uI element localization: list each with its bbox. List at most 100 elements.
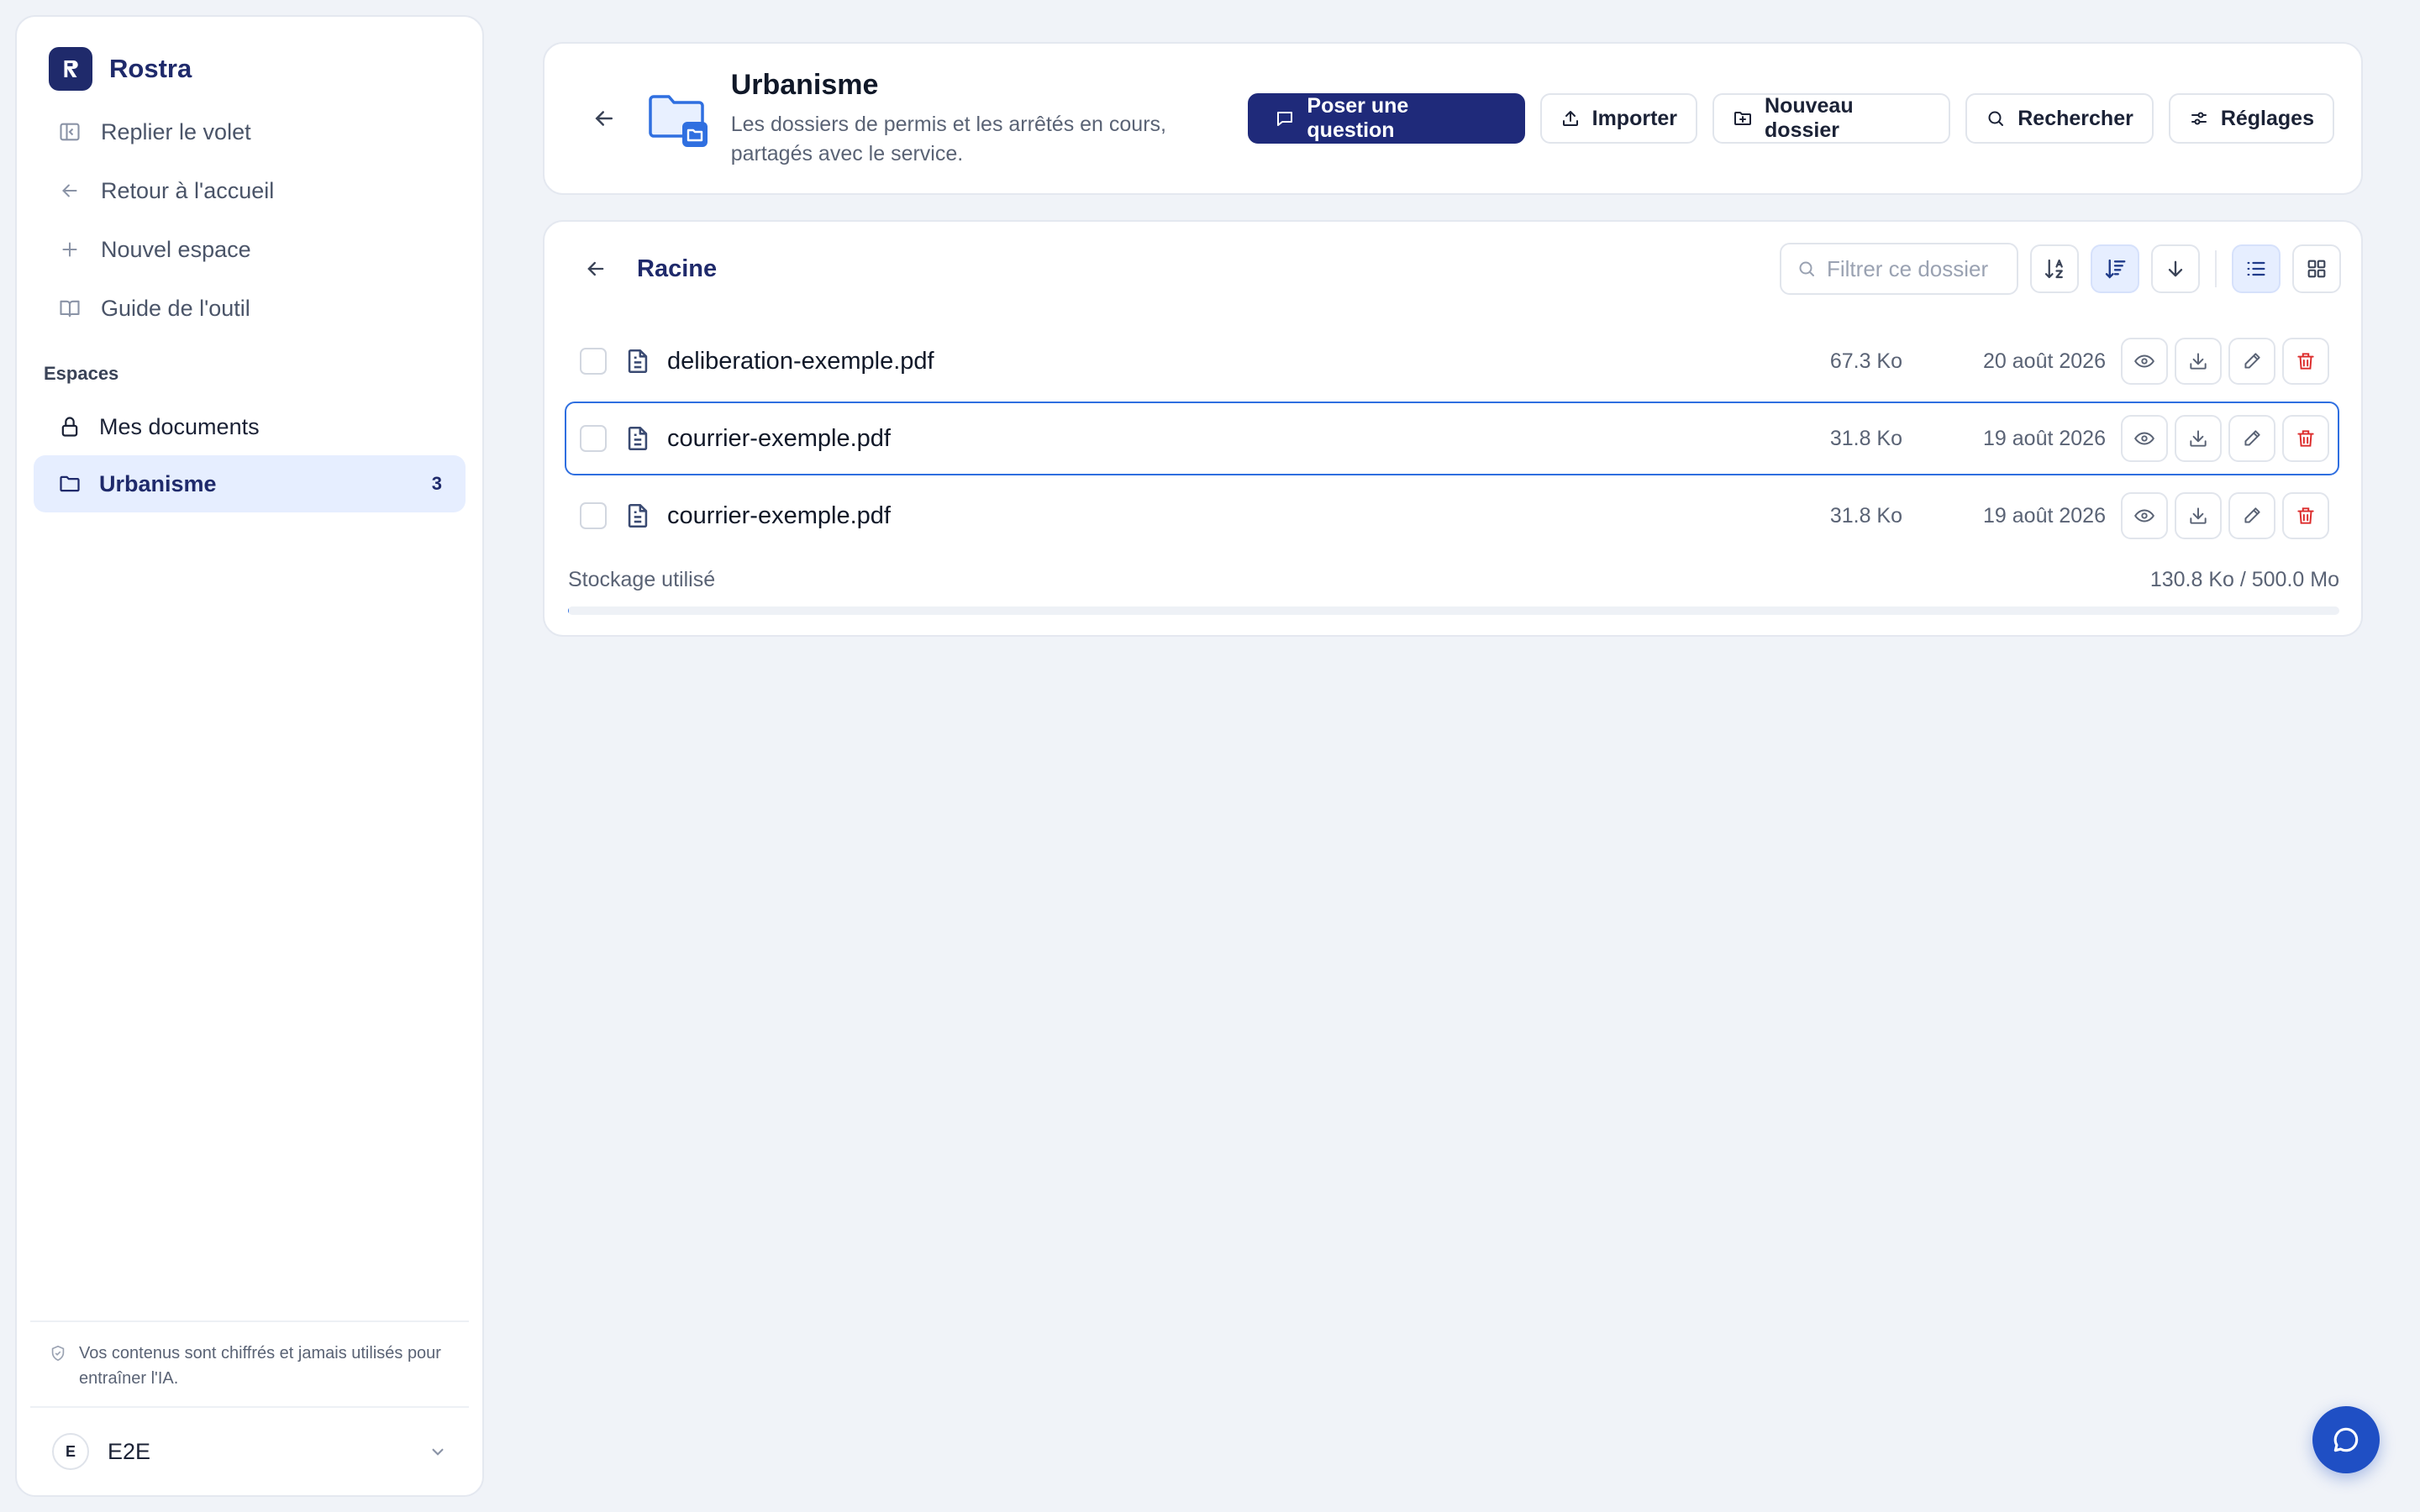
space-count-badge: 3 (431, 473, 442, 494)
filter-input[interactable] (1827, 255, 1995, 282)
trash-icon (2297, 507, 2314, 524)
rename-button[interactable] (2228, 338, 2275, 385)
sliders-icon (2189, 108, 2209, 129)
sort-alpha-icon (2044, 259, 2063, 279)
new-space-button[interactable]: Nouvel espace (34, 220, 466, 279)
download-icon (2190, 430, 2207, 447)
pencil-icon (2244, 507, 2260, 523)
import-button[interactable]: Importer (1539, 93, 1698, 144)
row-actions (2121, 492, 2329, 539)
ask-question-button[interactable]: Poser une question (1248, 93, 1525, 144)
sidebar: Rostra Replier le volet Retour à l'accue… (15, 15, 484, 1497)
title-block: Urbanisme Les dossiers de permis et les … (731, 69, 1249, 169)
sort-alpha-button[interactable] (2030, 244, 2079, 293)
grid-view-button[interactable] (2292, 244, 2341, 293)
space-item-urbanisme[interactable]: Urbanisme 3 (34, 455, 466, 512)
grid-icon (2307, 260, 2326, 278)
download-icon (2190, 507, 2207, 524)
search-icon (1986, 108, 2006, 129)
preview-button[interactable] (2121, 415, 2168, 462)
file-row-selected[interactable]: courrier-exemple.pdf 31.8 Ko 19 août 202… (565, 402, 2339, 475)
download-button[interactable] (2175, 415, 2222, 462)
delete-button[interactable] (2282, 338, 2329, 385)
filter-field[interactable] (1780, 243, 2018, 295)
folder-badge-icon (645, 85, 713, 152)
file-size: 67.3 Ko (1829, 349, 1902, 373)
search-button[interactable]: Rechercher (1965, 93, 2154, 144)
download-button[interactable] (2175, 338, 2222, 385)
file-name: courrier-exemple.pdf (667, 501, 891, 529)
folder-icon (57, 471, 82, 496)
trash-icon (2297, 353, 2314, 370)
nav-label: Nouvel espace (101, 236, 251, 262)
preview-button[interactable] (2121, 338, 2168, 385)
storage-value: 130.8 Ko / 500.0 Mo (2149, 568, 2339, 591)
arrow-left-icon (587, 261, 604, 276)
space-header: Urbanisme Les dossiers de permis et les … (543, 42, 2363, 195)
trash-icon (2297, 430, 2314, 447)
arrow-left-icon (57, 178, 82, 203)
storage-progress-bar (568, 606, 2339, 615)
collapse-panel-button[interactable]: Replier le volet (34, 102, 466, 161)
rename-button[interactable] (2228, 492, 2275, 539)
book-icon (57, 296, 82, 321)
list-icon (2247, 261, 2265, 276)
list-view-button[interactable] (2232, 244, 2281, 293)
toolbar-controls (1780, 243, 2341, 295)
pencil-icon (2244, 430, 2260, 446)
lock-icon (57, 414, 82, 439)
chevron-down-icon (427, 1441, 449, 1462)
toolbar-divider (2215, 250, 2217, 287)
file-text-icon (628, 349, 648, 374)
row-checkbox[interactable] (580, 348, 607, 375)
file-name: deliberation-exemple.pdf (667, 347, 934, 375)
space-item-mes-documents[interactable]: Mes documents (34, 398, 466, 455)
parent-folder-button[interactable] (576, 249, 615, 288)
download-icon (2190, 353, 2207, 370)
file-date: 19 août 2026 (1983, 503, 2106, 528)
file-row[interactable]: courrier-exemple.pdf 31.8 Ko 19 août 202… (565, 479, 2339, 553)
delete-button[interactable] (2282, 415, 2329, 462)
guide-link[interactable]: Guide de l'outil (34, 279, 466, 338)
folder-plus-icon (1733, 108, 1753, 129)
row-checkbox[interactable] (580, 502, 607, 529)
user-menu[interactable]: E E2E (30, 1406, 469, 1495)
search-icon (1799, 261, 1814, 276)
new-folder-button[interactable]: Nouveau dossier (1712, 93, 1951, 144)
settings-button[interactable]: Réglages (2168, 93, 2334, 144)
nav-label: Retour à l'accueil (101, 177, 275, 203)
arrow-down-icon (2168, 260, 2183, 277)
upload-icon (1560, 108, 1581, 129)
file-size: 31.8 Ko (1829, 426, 1902, 450)
preview-button[interactable] (2121, 492, 2168, 539)
eye-icon (2134, 432, 2154, 445)
file-toolbar: Racine (544, 242, 2361, 296)
chat-fab-button[interactable] (2312, 1406, 2380, 1473)
file-date: 20 août 2026 (1983, 349, 2106, 373)
back-home-link[interactable]: Retour à l'accueil (34, 161, 466, 220)
space-label: Mes documents (99, 413, 260, 439)
row-checkbox[interactable] (580, 425, 607, 452)
page-subtitle: Les dossiers de permis et les arrêtés en… (730, 112, 1166, 165)
back-button[interactable] (585, 99, 623, 138)
settings-label: Réglages (2220, 106, 2314, 130)
breadcrumb[interactable]: Racine (637, 255, 717, 283)
plus-icon (57, 237, 82, 262)
user-name: E2E (108, 1438, 151, 1464)
file-list: deliberation-exemple.pdf 67.3 Ko 20 août… (565, 324, 2339, 556)
sort-direction-button[interactable] (2151, 244, 2200, 293)
rostra-logo-icon (49, 47, 92, 91)
arrow-left-icon (595, 111, 613, 126)
file-text-icon (628, 426, 648, 451)
delete-button[interactable] (2282, 492, 2329, 539)
sort-order-button[interactable] (2091, 244, 2139, 293)
avatar: E (52, 1433, 89, 1470)
row-actions (2121, 415, 2329, 462)
file-row[interactable]: deliberation-exemple.pdf 67.3 Ko 20 août… (565, 324, 2339, 398)
brand[interactable]: Rostra (17, 17, 482, 102)
import-label: Importer (1591, 106, 1678, 130)
space-label: Urbanisme (99, 470, 217, 496)
download-button[interactable] (2175, 492, 2222, 539)
rename-button[interactable] (2228, 415, 2275, 462)
